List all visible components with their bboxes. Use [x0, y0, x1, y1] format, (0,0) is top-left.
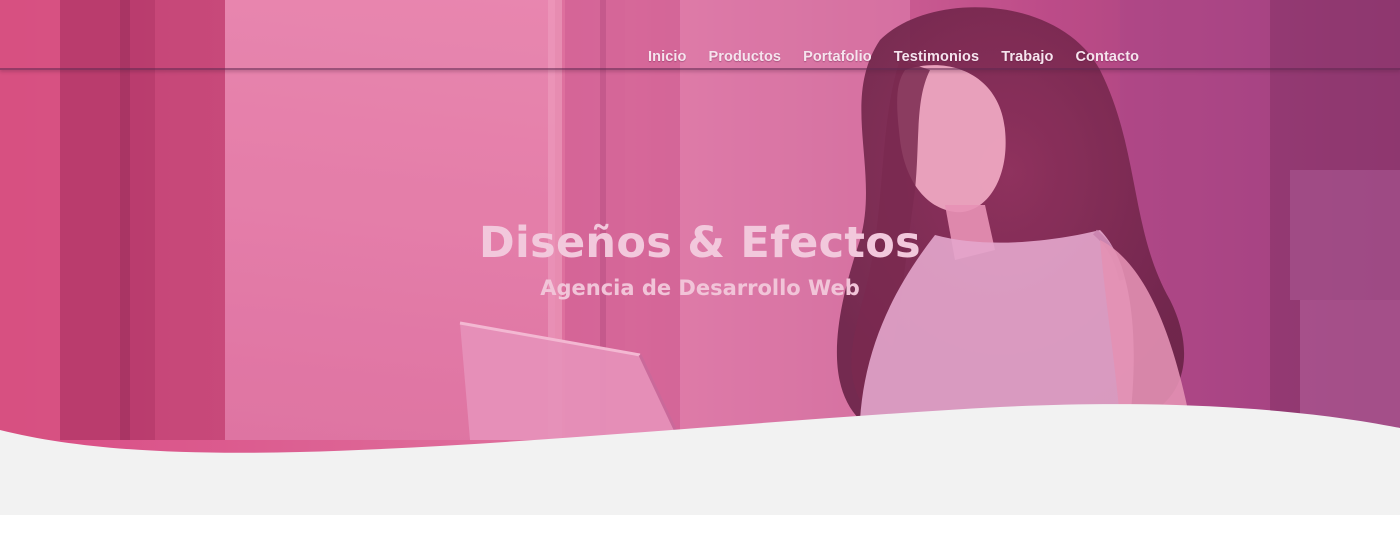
hero-section: Inicio Productos Portafolio Testimonios … — [0, 0, 1400, 515]
content-area — [0, 515, 1400, 535]
page: Inicio Productos Portafolio Testimonios … — [0, 0, 1400, 535]
wave-divider — [0, 404, 1400, 515]
